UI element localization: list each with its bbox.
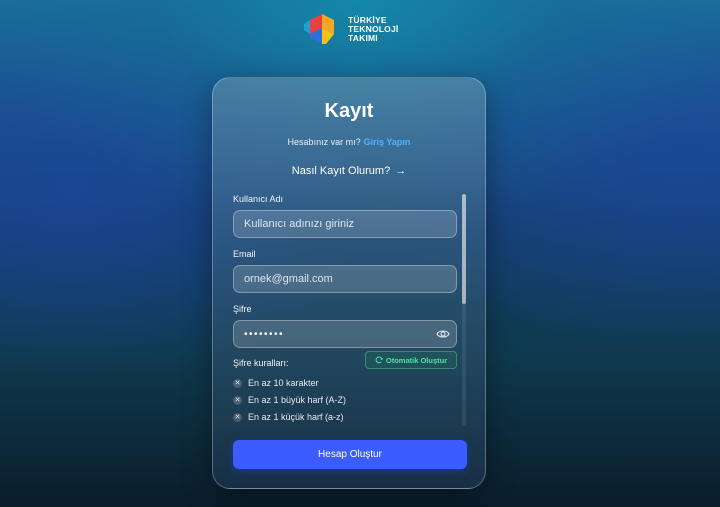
- password-field: [233, 320, 457, 348]
- refresh-icon: [375, 356, 383, 364]
- form-scrollbar[interactable]: [462, 194, 466, 426]
- brand-line: TAKIMI: [348, 32, 378, 43]
- page-title: Kayıt: [324, 100, 374, 122]
- have-account-text: Hesabınız var mı?: [287, 137, 361, 147]
- username-label: Kullanıcı Adı: [233, 194, 284, 204]
- how-to-register-label: Nasıl Kayıt Olurum?: [291, 165, 391, 177]
- password-rule: ✕ En az 10 karakter: [233, 378, 319, 388]
- username-input[interactable]: [233, 210, 457, 238]
- password-rule-text: En az 10 karakter: [248, 378, 319, 388]
- email-input[interactable]: [233, 265, 457, 293]
- eye-icon[interactable]: [436, 328, 450, 340]
- have-account-line: Hesabınız var mı? Giriş Yapın: [213, 137, 485, 147]
- password-rules-label: Şifre kuralları:: [233, 358, 289, 368]
- login-link[interactable]: Giriş Yapın: [364, 137, 411, 147]
- scrollbar-thumb[interactable]: [462, 194, 466, 304]
- password-rule-text: En az 1 büyük harf (A-Z): [248, 395, 347, 405]
- tty-logo-icon: [304, 14, 334, 44]
- arrow-right-icon: →: [395, 165, 407, 177]
- x-circle-icon: ✕: [233, 378, 242, 388]
- password-rule: ✕ En az 1 büyük harf (A-Z): [233, 395, 346, 405]
- auto-generate-button[interactable]: Otomatik Oluştur: [365, 351, 457, 369]
- password-rule-text: En az 1 küçük harf (a-z): [248, 412, 344, 422]
- form-scroll-area[interactable]: Kullanıcı Adı Email Şifre Şifre kurallar…: [233, 192, 467, 426]
- brand-wordmark: TÜRKİYE TEKNOLOJİ TAKIMI: [348, 15, 398, 43]
- password-label: Şifre: [233, 304, 252, 314]
- x-circle-icon: ✕: [233, 412, 242, 422]
- brand-logo: TÜRKİYE TEKNOLOJİ TAKIMI: [302, 10, 398, 48]
- password-rule: ✕ En az 1 küçük harf (a-z): [233, 412, 344, 422]
- x-circle-icon: ✕: [233, 395, 242, 405]
- auto-generate-label: Otomatik Oluştur: [385, 355, 448, 365]
- how-to-register-link[interactable]: Nasıl Kayıt Olurum? →: [213, 165, 485, 177]
- register-card: Kayıt Hesabınız var mı? Giriş Yapın Nasıl…: [212, 77, 486, 489]
- create-account-button[interactable]: Hesap Oluştur: [233, 440, 467, 469]
- password-input[interactable]: [233, 320, 457, 348]
- email-label: Email: [233, 249, 256, 259]
